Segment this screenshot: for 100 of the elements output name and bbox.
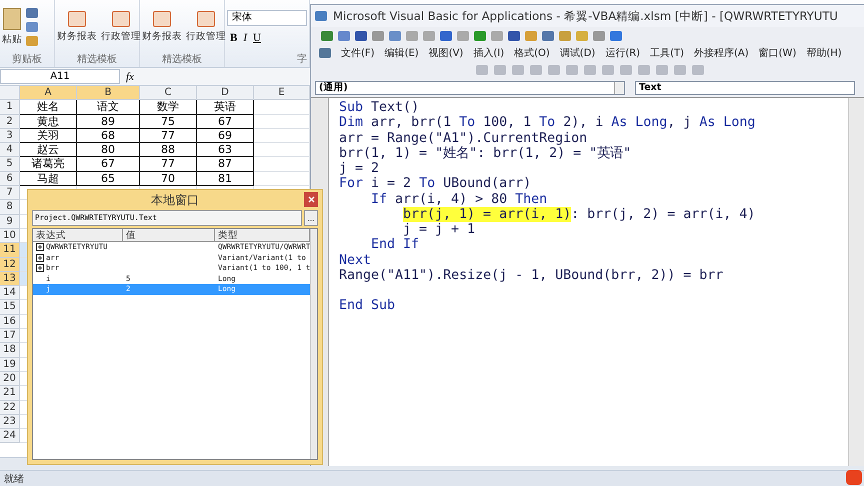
toolbar-icon[interactable] xyxy=(610,31,622,41)
toolbar-icon[interactable] xyxy=(321,31,333,41)
format-button[interactable]: U xyxy=(250,32,264,44)
column-header[interactable]: A xyxy=(20,86,77,100)
row-header[interactable]: 10 xyxy=(0,228,20,244)
row-header[interactable]: 18 xyxy=(0,343,20,358)
row-header[interactable]: 12 xyxy=(0,258,20,272)
procedure-dropdown[interactable]: Text xyxy=(635,81,855,95)
name-box[interactable]: A11 xyxy=(0,69,120,84)
row-header[interactable]: 4 xyxy=(0,143,20,158)
toolbar-icon[interactable] xyxy=(542,31,554,41)
close-button[interactable] xyxy=(304,192,318,207)
row-header[interactable]: 5 xyxy=(0,157,20,172)
expand-icon[interactable] xyxy=(36,254,44,262)
menu-item[interactable]: 编辑(E) xyxy=(384,46,419,60)
menu-item[interactable]: 窗口(W) xyxy=(758,46,796,60)
menu-item[interactable]: 视图(V) xyxy=(428,46,464,60)
column-header[interactable]: C xyxy=(140,86,197,100)
template-button[interactable]: 财务报表 xyxy=(142,10,182,42)
toolbar-icon[interactable] xyxy=(491,31,503,41)
column-header[interactable]: E xyxy=(254,86,310,100)
code-line: End If xyxy=(371,237,420,252)
table-cell: 马超 xyxy=(20,172,77,186)
toolbar-icon[interactable] xyxy=(406,31,418,41)
table-cell: 67 xyxy=(77,157,140,172)
row-header[interactable]: 1 xyxy=(0,100,20,115)
toolbar-icon[interactable] xyxy=(355,31,367,41)
table-cell: 77 xyxy=(140,157,197,172)
code-line: Sub Text() xyxy=(339,100,420,116)
function-button[interactable]: fx xyxy=(126,70,134,82)
table-cell: 65 xyxy=(77,172,140,186)
menu-item[interactable]: 调试(D) xyxy=(560,46,596,60)
table-cell: 英语 xyxy=(197,100,254,115)
vba-icon[interactable] xyxy=(319,48,331,58)
table-cell: 87 xyxy=(197,157,254,172)
format-button[interactable]: B xyxy=(227,32,240,44)
row-header[interactable]: 11 xyxy=(0,243,20,258)
column-header[interactable]: 值 xyxy=(123,229,215,242)
template-button[interactable]: 财务报表 xyxy=(57,10,97,42)
object-dropdown[interactable]: (通用) xyxy=(315,81,625,95)
row-header[interactable]: 21 xyxy=(0,386,20,401)
menu-item[interactable]: 运行(R) xyxy=(605,46,640,60)
expand-icon[interactable] xyxy=(36,243,44,252)
code-line: Range("A11").Resize(j - 1, UBound(brr, 2)) = brr xyxy=(339,268,724,283)
group-label: 精选模板 xyxy=(76,53,118,67)
input-method-icon[interactable] xyxy=(846,470,862,485)
row-header[interactable]: 13 xyxy=(0,272,20,286)
row-header[interactable]: 19 xyxy=(0,358,20,372)
more-button[interactable]: ... xyxy=(304,210,318,226)
toolbar-icon[interactable] xyxy=(593,31,605,41)
row-header[interactable]: 3 xyxy=(0,128,20,144)
window-title: Microsoft Visual Basic for Applications - 希翼-VBA精编.xlsm [中断] - [QWRWRTETYRYUTU xyxy=(333,8,838,24)
format-button[interactable]: I xyxy=(240,32,250,44)
table-cell: 69 xyxy=(197,128,254,144)
toolbar-icon[interactable] xyxy=(525,31,537,41)
toolbar-icon[interactable] xyxy=(559,31,571,41)
row-header[interactable]: 6 xyxy=(0,172,20,186)
menu-item[interactable]: 帮助(H) xyxy=(806,46,842,60)
toolbar-icon[interactable] xyxy=(423,31,435,41)
menu-item[interactable]: 工具(T) xyxy=(650,46,684,60)
toolbar-icon[interactable] xyxy=(389,31,401,41)
toolbar-icon[interactable] xyxy=(440,31,452,41)
row-header[interactable]: 23 xyxy=(0,414,20,430)
row-header[interactable]: 20 xyxy=(0,372,20,386)
row-header[interactable]: 8 xyxy=(0,200,20,215)
row-header[interactable]: 7 xyxy=(0,186,20,200)
toolbar-icon[interactable] xyxy=(372,31,384,41)
menu-item[interactable]: 格式(O) xyxy=(514,46,550,60)
menu-item[interactable]: 文件(F) xyxy=(341,46,375,60)
template-button[interactable]: 行政管理 xyxy=(101,10,141,42)
expand-icon[interactable] xyxy=(36,264,44,272)
table-cell: 70 xyxy=(140,172,197,186)
menu-item[interactable]: 外接程序(A) xyxy=(694,46,749,60)
menu-item[interactable]: 插入(I) xyxy=(473,46,504,60)
font-name-field[interactable]: 宋体 xyxy=(227,10,307,26)
app-icon[interactable] xyxy=(315,11,327,21)
row-header[interactable]: 9 xyxy=(0,214,20,229)
row-header[interactable]: 17 xyxy=(0,329,20,344)
row-header[interactable]: 24 xyxy=(0,429,20,444)
code-line: brr(1, 1) = "姓名": brr(1, 2) = "英语" xyxy=(339,146,632,161)
code-line: brr(j, 1) = arr(i, 1): brr(j, 2) = arr(i, 4) xyxy=(403,206,756,222)
template-button[interactable]: 行政管理 xyxy=(186,10,226,42)
code-line: For i = 2 To UBound(arr) xyxy=(339,176,532,192)
corner-cell[interactable] xyxy=(0,86,20,100)
toolbar-icon[interactable] xyxy=(508,31,520,41)
column-header[interactable]: 表达式 xyxy=(33,229,123,242)
row-header[interactable]: 22 xyxy=(0,400,20,415)
row-header[interactable]: 14 xyxy=(0,286,20,300)
close-icon[interactable] xyxy=(308,196,314,203)
row-header[interactable]: 2 xyxy=(0,114,20,129)
toolbar-icon[interactable] xyxy=(457,31,469,41)
toolbar-icon[interactable] xyxy=(474,31,486,41)
table-cell: 数学 xyxy=(140,100,197,115)
row-header[interactable]: 16 xyxy=(0,314,20,330)
toolbar-icon[interactable] xyxy=(338,31,350,41)
column-header[interactable]: D xyxy=(197,86,254,100)
code-line: Next xyxy=(339,252,372,268)
row-header[interactable]: 15 xyxy=(0,300,20,315)
code-line: End Sub xyxy=(339,298,396,314)
column-header[interactable]: B xyxy=(77,86,140,100)
